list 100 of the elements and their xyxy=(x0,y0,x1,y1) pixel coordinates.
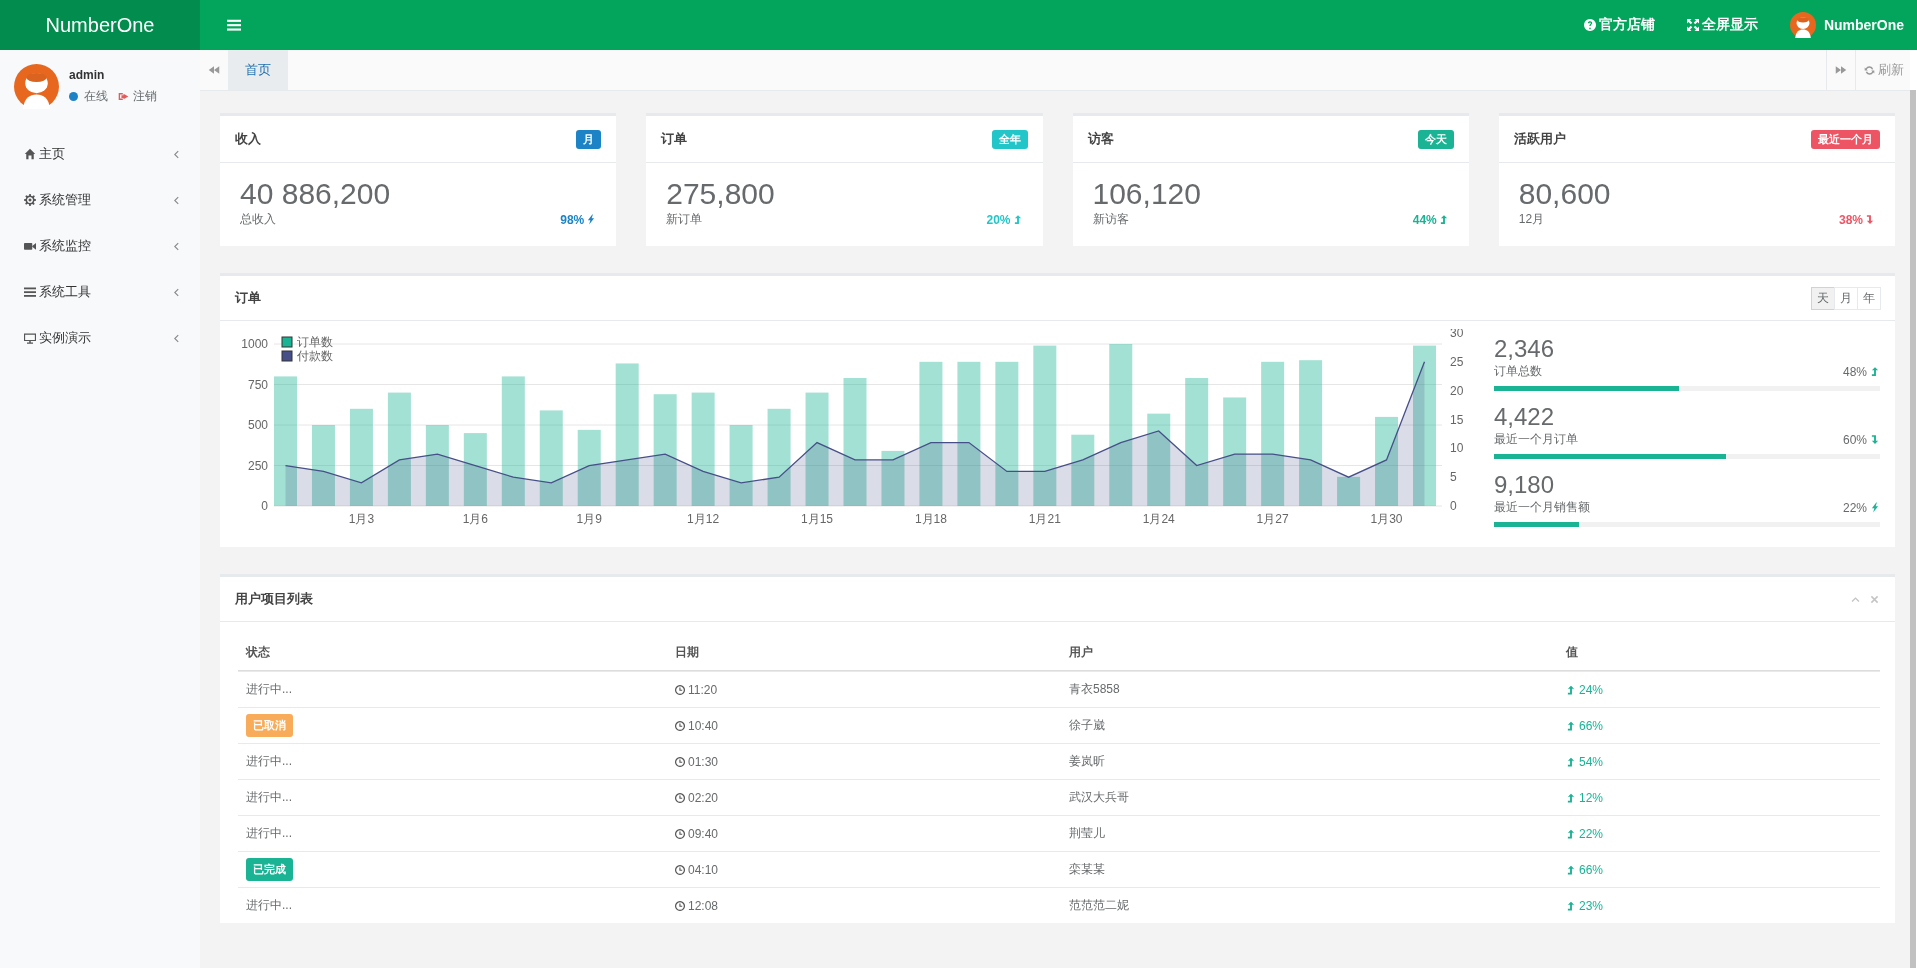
scrollbar[interactable] xyxy=(1910,90,1916,968)
chevron-left-icon xyxy=(171,240,182,252)
axis-label: 20 xyxy=(1450,383,1464,398)
time-text: 09:40 xyxy=(688,826,719,841)
axis-label: 250 xyxy=(247,458,268,473)
axis-label: 30 xyxy=(1450,329,1464,340)
user-text: 武汉大兵哥 xyxy=(1069,789,1129,806)
badge: 最近一个月 xyxy=(1811,129,1880,149)
trend-up-icon xyxy=(1566,864,1576,875)
stat-value: 4,422 xyxy=(1494,403,1556,431)
stat-label: 12月 xyxy=(1518,211,1545,228)
badge: 今天 xyxy=(1417,129,1454,149)
avatar xyxy=(1789,12,1816,38)
time-text: 12:08 xyxy=(688,898,719,913)
user-text: 青衣5858 xyxy=(1069,681,1120,698)
trend-down-icon xyxy=(1865,214,1875,225)
axis-label: 1月30 xyxy=(1370,512,1403,526)
axis-label: 5 xyxy=(1450,470,1457,485)
status-text: 在线 xyxy=(84,88,108,105)
user-name[interactable]: NumberOne xyxy=(1823,17,1904,33)
column-header: 日期 xyxy=(674,643,700,661)
axis-label: 1月12 xyxy=(687,512,720,526)
tab[interactable]: 首页 xyxy=(228,50,288,90)
clock-icon xyxy=(675,684,685,695)
value-text: 22% xyxy=(1579,826,1604,841)
axis-label: 1月15 xyxy=(801,512,834,526)
video-camera-icon xyxy=(24,240,36,252)
sidebar-item[interactable]: 实例演示 xyxy=(0,315,200,361)
axis-label: 1月18 xyxy=(914,512,947,526)
value-text: 66% xyxy=(1579,862,1604,877)
time-text: 01:30 xyxy=(688,754,719,769)
range-button[interactable]: 年 xyxy=(1857,286,1881,310)
trend-up-icon xyxy=(1566,828,1576,839)
axis-label: 10 xyxy=(1450,441,1464,456)
trend-up-icon xyxy=(1566,756,1576,767)
user-text: 徐子崴 xyxy=(1069,717,1105,734)
user-text: 栾某某 xyxy=(1069,861,1105,878)
user-text: 荆莹儿 xyxy=(1069,825,1105,842)
double-left-arrow-icon[interactable] xyxy=(208,64,220,76)
axis-label: 0 xyxy=(261,499,268,513)
logo[interactable]: NumberOne xyxy=(0,0,200,50)
axis-label: 1月6 xyxy=(462,512,488,526)
trend-up-icon xyxy=(1566,684,1576,695)
status-dot xyxy=(69,92,78,101)
axis-label: 25 xyxy=(1450,354,1464,369)
sidebar-item[interactable]: 系统管理 xyxy=(0,177,200,223)
trend-up-icon xyxy=(1438,214,1449,225)
panel-title: 用户项目列表 xyxy=(235,590,313,608)
status-text: 进行中... xyxy=(246,789,292,806)
axis-label: 1月27 xyxy=(1256,512,1289,526)
refresh-button[interactable]: 刷新 xyxy=(1855,50,1910,90)
list-icon[interactable] xyxy=(227,18,241,32)
time-text: 11:20 xyxy=(688,682,718,697)
logout-link[interactable]: 注销 xyxy=(118,88,157,105)
stat-label: 新访客 xyxy=(1092,211,1129,228)
header-link[interactable]: 官方店铺 xyxy=(1583,16,1655,34)
help-icon xyxy=(1583,19,1596,31)
legend-swatch xyxy=(281,350,293,362)
axis-label: 750 xyxy=(247,377,268,392)
stat-value: 106,120 xyxy=(1092,177,1202,211)
status-label: 已完成 xyxy=(246,858,293,881)
bolt-icon xyxy=(586,214,597,225)
value-text: 24% xyxy=(1579,682,1604,697)
value-text: 12% xyxy=(1579,790,1604,805)
stat-label: 最近一个月订单 xyxy=(1494,431,1578,448)
double-right-arrow-icon[interactable] xyxy=(1835,64,1847,76)
header-link[interactable]: 全屏显示 xyxy=(1686,16,1758,34)
percent-change: 38% xyxy=(1838,212,1875,227)
stat-value: 80,600 xyxy=(1518,177,1612,211)
axis-label: 1月21 xyxy=(1028,512,1061,526)
card-title: 订单 xyxy=(661,130,688,148)
stat-label: 订单总数 xyxy=(1494,363,1542,380)
close-icon[interactable] xyxy=(1869,593,1880,605)
list-icon xyxy=(24,286,36,298)
sidebar-item[interactable]: 主页 xyxy=(0,131,200,177)
clock-icon xyxy=(675,720,685,731)
column-header: 状态 xyxy=(244,643,271,661)
user-name: admin xyxy=(69,68,106,82)
status-text: 进行中... xyxy=(246,681,292,698)
settings-icon xyxy=(24,194,36,206)
status-text: 进行中... xyxy=(246,753,292,770)
sidebar-item[interactable]: 系统监控 xyxy=(0,223,200,269)
refresh-icon xyxy=(1864,64,1875,76)
monitor-icon xyxy=(24,332,36,344)
clock-icon xyxy=(675,864,685,875)
trend-up-icon xyxy=(1566,720,1576,731)
chevron-left-icon xyxy=(171,148,182,160)
stat-value: 9,180 xyxy=(1494,471,1556,499)
chevron-left-icon xyxy=(171,332,182,344)
home-icon xyxy=(24,148,36,160)
range-button[interactable]: 天 xyxy=(1811,286,1835,310)
legend-label: 订单数 xyxy=(297,335,333,349)
axis-label: 0 xyxy=(1450,499,1457,513)
trend-up-icon xyxy=(1870,366,1880,377)
percent-change: 60% xyxy=(1842,432,1880,447)
user-text: 姜岚昕 xyxy=(1069,753,1105,770)
badge: 全年 xyxy=(991,129,1028,149)
sidebar-item[interactable]: 系统工具 xyxy=(0,269,200,315)
time-text: 10:40 xyxy=(688,718,719,733)
range-button[interactable]: 月 xyxy=(1834,286,1858,310)
